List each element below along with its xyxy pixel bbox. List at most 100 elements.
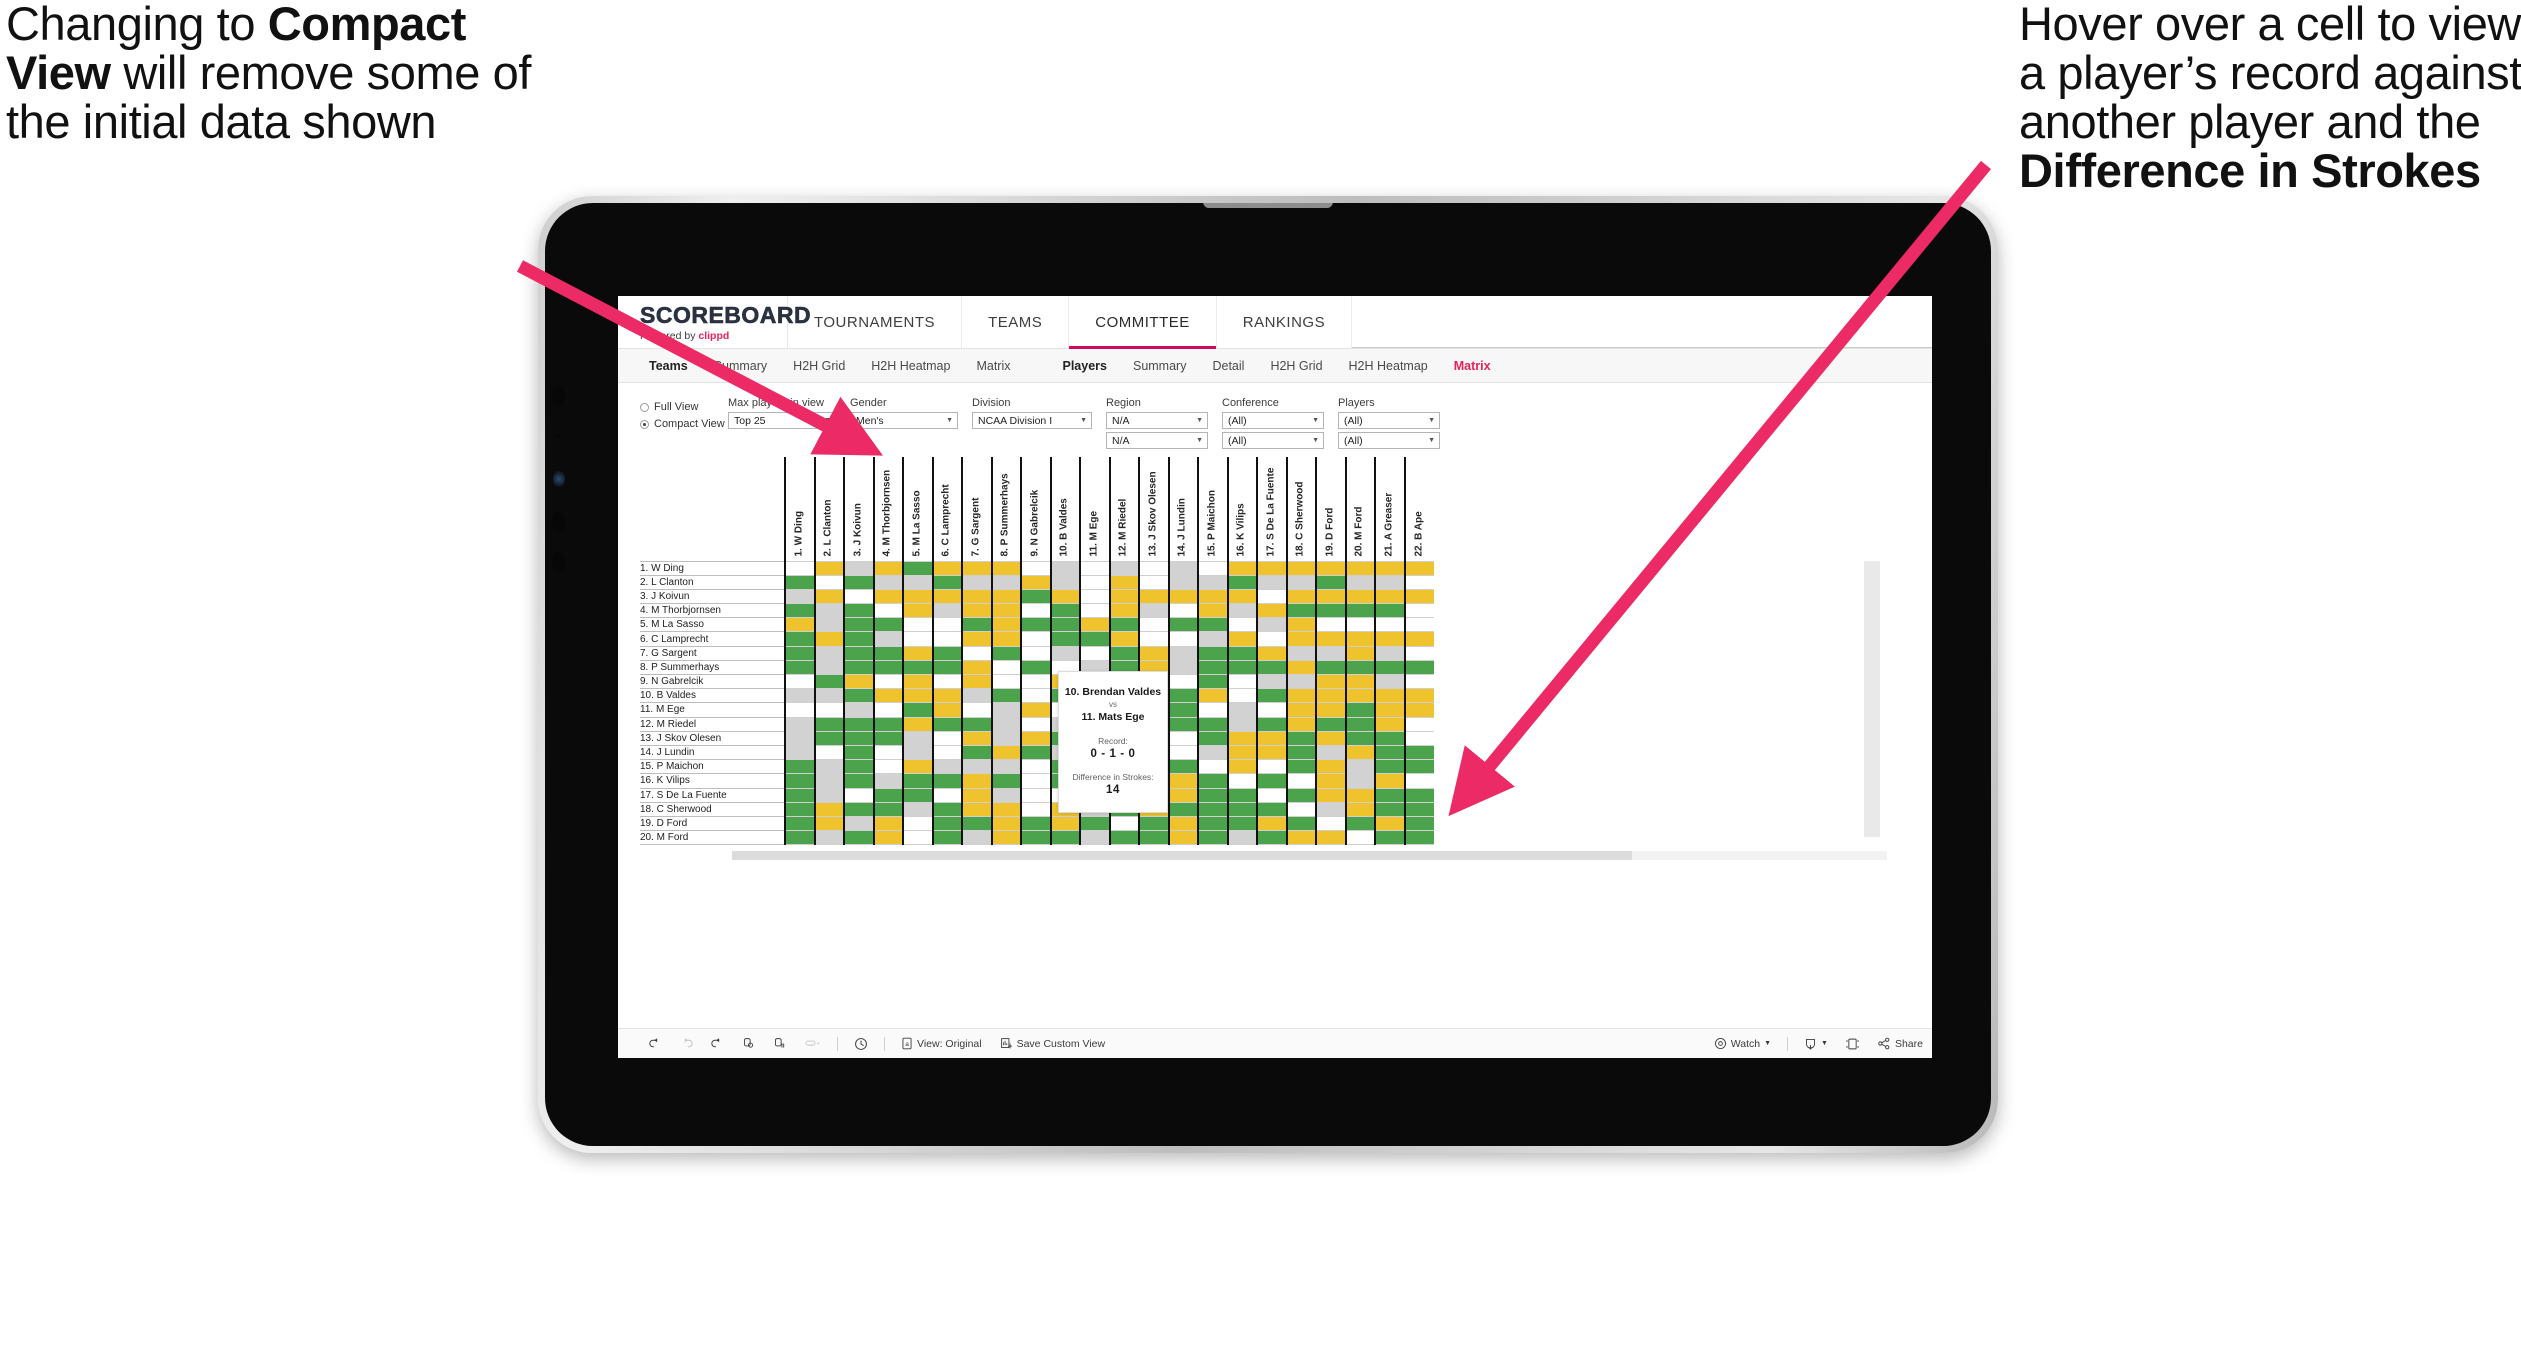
matrix-cell[interactable] [843, 688, 874, 704]
matrix-cell[interactable] [1079, 645, 1110, 661]
matrix-cell[interactable] [1344, 759, 1375, 775]
matrix-cell[interactable] [931, 730, 962, 746]
matrix-cell[interactable] [990, 603, 1021, 619]
matrix-cell[interactable] [961, 730, 992, 746]
matrix-cell[interactable] [1285, 645, 1316, 661]
matrix-row-label[interactable]: 14. J Lundin [640, 744, 785, 761]
matrix-cell[interactable] [990, 673, 1021, 690]
matrix-cell[interactable] [1285, 673, 1316, 690]
revert-button[interactable] [702, 1037, 733, 1050]
matrix-cell[interactable] [1285, 730, 1316, 746]
matrix-cell[interactable] [1226, 574, 1257, 590]
matrix-column-header[interactable]: 21. A Greaser [1374, 457, 1405, 561]
matrix-cell[interactable] [1167, 801, 1198, 817]
matrix-cell[interactable] [931, 560, 962, 576]
matrix-cell[interactable] [1374, 702, 1405, 718]
matrix-cell[interactable] [1226, 716, 1257, 732]
matrix-cell[interactable] [1226, 659, 1257, 676]
matrix-cell[interactable] [1315, 716, 1346, 732]
h2h-matrix-table[interactable]: 1. W Ding 2. L Clanton 3. J Koivun 4. M Tho… [640, 457, 1434, 846]
matrix-cell[interactable] [1167, 830, 1198, 846]
matrix-cell[interactable] [902, 759, 933, 775]
watch-button[interactable]: Watch ▼ [1705, 1037, 1780, 1050]
matrix-cell[interactable] [931, 588, 962, 605]
highlight-button[interactable] [795, 1037, 830, 1050]
matrix-cell[interactable] [843, 659, 874, 676]
matrix-cell[interactable] [1315, 773, 1346, 789]
matrix-row-label[interactable]: 18. C Sherwood [640, 801, 785, 817]
matrix-cell[interactable] [990, 716, 1021, 732]
matrix-cell[interactable] [1285, 560, 1316, 576]
matrix-cell[interactable] [961, 716, 992, 732]
matrix-cell[interactable] [784, 688, 815, 704]
matrix-cell[interactable] [1374, 730, 1405, 746]
matrix-cell[interactable] [813, 702, 844, 718]
matrix-cell[interactable] [990, 688, 1021, 704]
matrix-cell[interactable] [813, 645, 844, 661]
matrix-cell[interactable] [1020, 631, 1051, 647]
matrix-cell[interactable] [961, 830, 992, 846]
matrix-column-header[interactable]: 20. M Ford [1344, 457, 1375, 561]
matrix-cell[interactable] [872, 645, 903, 661]
matrix-cell[interactable] [1344, 773, 1375, 789]
matrix-cell[interactable] [1197, 716, 1228, 732]
matrix-cell[interactable] [1344, 815, 1375, 832]
matrix-cell[interactable] [990, 730, 1021, 746]
matrix-row-label[interactable]: 6. C Lamprecht [640, 631, 785, 647]
matrix-cell[interactable] [1167, 560, 1198, 576]
matrix-row-label[interactable]: 3. J Koivun [640, 588, 785, 605]
select-conference[interactable]: (All) ▼ [1222, 412, 1324, 429]
matrix-cell[interactable] [1403, 574, 1434, 590]
select-region-secondary[interactable]: N/A ▼ [1106, 432, 1208, 449]
matrix-row-label[interactable]: 16. K Vilips [640, 773, 785, 789]
matrix-cell[interactable] [1226, 744, 1257, 761]
matrix-cell[interactable] [1374, 773, 1405, 789]
matrix-cell[interactable] [902, 801, 933, 817]
matrix-cell[interactable] [1315, 659, 1346, 676]
matrix-cell[interactable] [843, 744, 874, 761]
matrix-column-header[interactable]: 15. P Maichon [1197, 457, 1228, 561]
matrix-cell[interactable] [1374, 603, 1405, 619]
matrix-row-label[interactable]: 7. G Sargent [640, 645, 785, 661]
matrix-cell[interactable] [1020, 603, 1051, 619]
matrix-cell[interactable] [813, 744, 844, 761]
matrix-cell[interactable] [1344, 645, 1375, 661]
power-button[interactable] [552, 551, 565, 573]
matrix-cell[interactable] [1197, 787, 1228, 803]
matrix-cell[interactable] [1256, 759, 1287, 775]
matrix-cell[interactable] [931, 830, 962, 846]
matrix-cell[interactable] [1256, 702, 1287, 718]
matrix-cell[interactable] [1020, 815, 1051, 832]
matrix-cell[interactable] [1049, 603, 1080, 619]
matrix-cell[interactable] [1256, 815, 1287, 832]
matrix-cell[interactable] [961, 588, 992, 605]
matrix-cell[interactable] [1344, 588, 1375, 605]
matrix-cell[interactable] [1049, 574, 1080, 590]
matrix-cell[interactable] [1167, 716, 1198, 732]
matrix-cell[interactable] [843, 830, 874, 846]
matrix-cell[interactable] [1256, 631, 1287, 647]
matrix-cell[interactable] [872, 603, 903, 619]
subtab-players-matrix[interactable]: Matrix [1441, 359, 1504, 373]
matrix-cell[interactable] [872, 730, 903, 746]
matrix-cell[interactable] [1256, 560, 1287, 576]
matrix-cell[interactable] [1138, 815, 1169, 832]
matrix-cell[interactable] [990, 773, 1021, 789]
matrix-cell[interactable] [1256, 603, 1287, 619]
matrix-cell[interactable] [1256, 716, 1287, 732]
select-conference-secondary[interactable]: (All) ▼ [1222, 432, 1324, 449]
matrix-cell[interactable] [1197, 631, 1228, 647]
matrix-cell[interactable] [1374, 787, 1405, 803]
matrix-cell[interactable] [1285, 631, 1316, 647]
matrix-cell[interactable] [1374, 716, 1405, 732]
matrix-cell[interactable] [1197, 702, 1228, 718]
matrix-cell[interactable] [872, 631, 903, 647]
matrix-cell[interactable] [843, 702, 874, 718]
matrix-column-header[interactable]: 6. C Lamprecht [931, 457, 962, 561]
matrix-cell[interactable] [1344, 702, 1375, 718]
matrix-row-label[interactable]: 5. M La Sasso [640, 617, 785, 633]
matrix-cell[interactable] [1403, 588, 1434, 605]
matrix-cell[interactable] [961, 759, 992, 775]
matrix-cell[interactable] [1315, 830, 1346, 846]
matrix-cell[interactable] [1315, 645, 1346, 661]
